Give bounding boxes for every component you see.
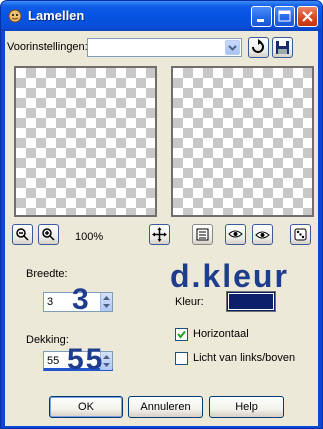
presets-label: Voorinstellingen:	[7, 41, 88, 53]
proof-button[interactable]	[252, 224, 273, 245]
move-arrows-icon	[152, 227, 167, 242]
auto-proof-button[interactable]	[225, 224, 246, 245]
maximize-icon	[278, 10, 291, 22]
breedte-spin-arrows[interactable]	[100, 293, 112, 311]
original-preview[interactable]	[14, 66, 157, 217]
kleur-annotation: d.kleur	[170, 258, 289, 294]
eye-refresh-icon	[228, 230, 243, 238]
randomize-button[interactable]	[290, 224, 311, 245]
zoom-out-icon	[16, 228, 29, 241]
dekking-annotation: 55	[67, 343, 105, 376]
breedte-value: 3	[47, 296, 54, 308]
breedte-label: Breedte:	[26, 268, 68, 280]
zoom-out-button[interactable]	[12, 224, 33, 245]
spin-arrows-icon	[103, 296, 110, 308]
licht-checkbox[interactable]	[175, 352, 188, 365]
zoom-in-icon	[42, 228, 55, 241]
close-button[interactable]	[297, 6, 318, 27]
title-bar[interactable]: Lamellen	[1, 1, 322, 31]
zoom-level: 100%	[75, 231, 104, 243]
proof-toggle-button[interactable]	[192, 224, 213, 245]
maximize-button[interactable]	[274, 6, 295, 27]
eye-icon	[255, 231, 270, 239]
horizontaal-label[interactable]: Horizontaal	[193, 328, 249, 340]
minimize-button[interactable]	[251, 6, 272, 27]
licht-label[interactable]: Licht van links/boven	[193, 352, 295, 364]
undo-arrow-icon	[252, 39, 264, 53]
reset-preset-button[interactable]	[248, 37, 269, 58]
ok-button[interactable]: OK	[49, 396, 123, 418]
kleur-label: Kleur:	[175, 296, 204, 308]
zoom-in-button[interactable]	[38, 224, 59, 245]
dekking-label: Dekking:	[26, 334, 69, 346]
checkmark-icon	[177, 330, 186, 339]
dialog-window: Lamellen Voorinstellingen: 100% Breedte:…	[0, 0, 323, 429]
minimize-icon	[257, 19, 264, 22]
breedte-annotation: 3	[72, 283, 89, 316]
presets-dropdown[interactable]	[87, 38, 242, 57]
save-preset-button[interactable]	[272, 37, 293, 58]
dialog-body: Voorinstellingen: 100% Breedte: 3 3 Dekk…	[5, 31, 318, 426]
dekking-value: 55	[47, 355, 60, 367]
dice-icon	[294, 228, 307, 241]
close-icon	[302, 11, 313, 22]
layers-icon	[196, 228, 209, 241]
chevron-down-icon	[228, 45, 237, 51]
pan-button[interactable]	[149, 224, 170, 245]
save-disk-icon	[276, 41, 289, 54]
color-swatch[interactable]	[226, 291, 276, 312]
cancel-button[interactable]: Annuleren	[128, 396, 203, 418]
help-button[interactable]: Help	[209, 396, 284, 418]
dropdown-arrow[interactable]	[225, 40, 240, 55]
result-preview[interactable]	[171, 66, 314, 217]
app-icon	[8, 9, 22, 23]
window-title: Lamellen	[28, 8, 85, 23]
horizontaal-checkbox[interactable]	[175, 328, 188, 341]
